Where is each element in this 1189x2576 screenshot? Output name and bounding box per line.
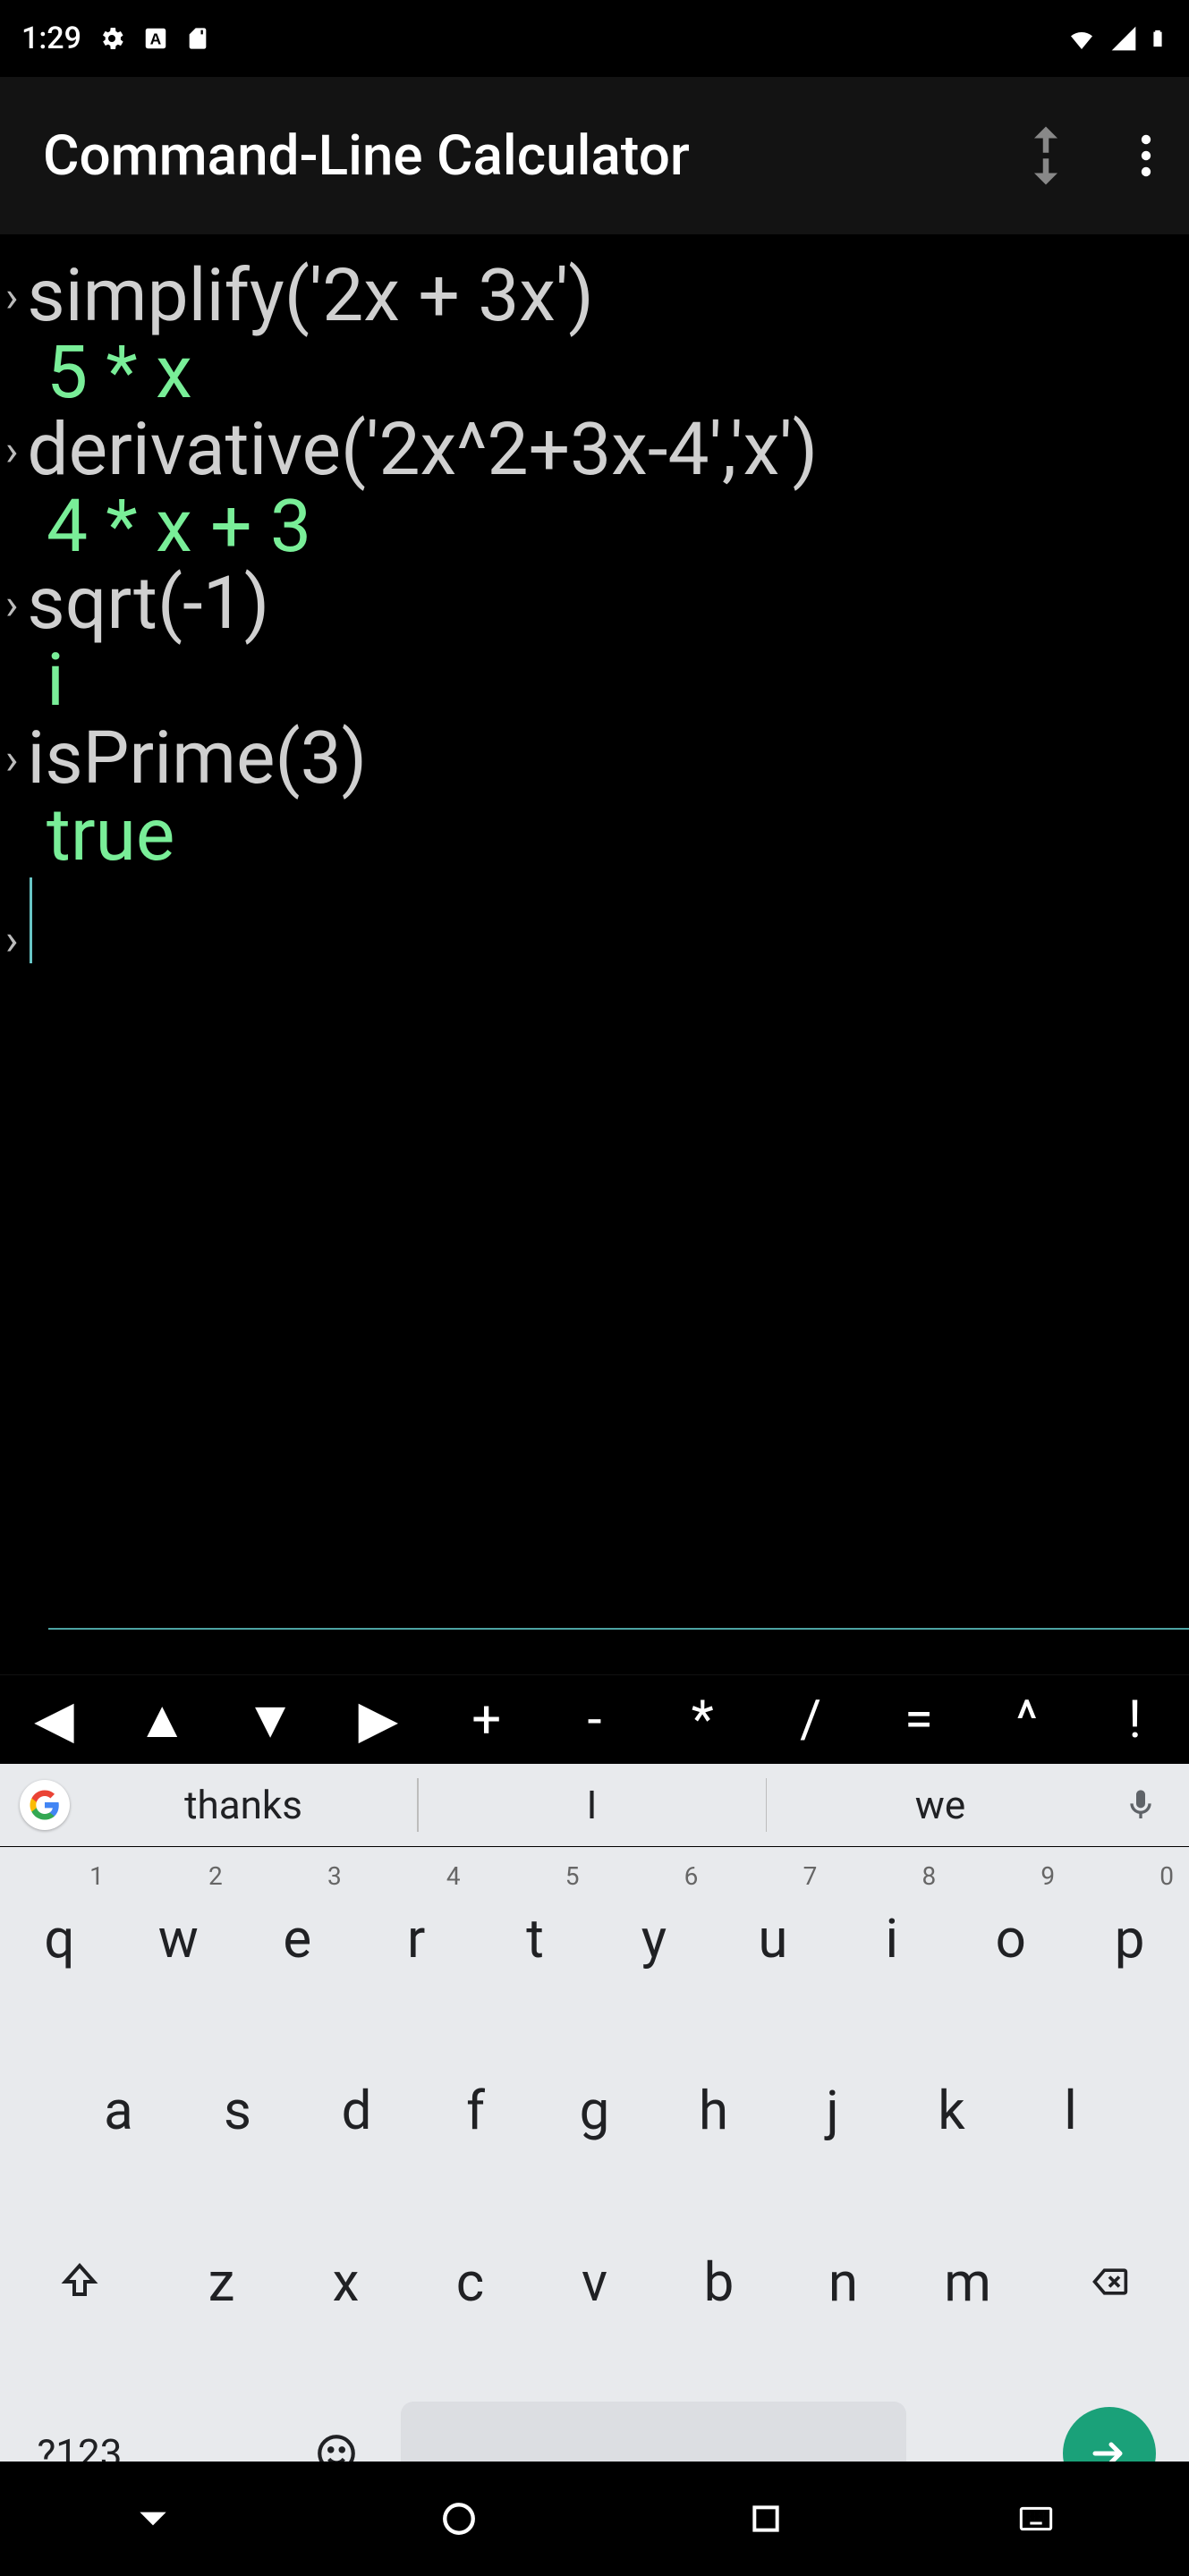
key-p[interactable]: p0	[1071, 1856, 1188, 2021]
key-hint: 7	[803, 1861, 818, 1891]
caret-button[interactable]: ^	[972, 1675, 1081, 1764]
key-a[interactable]: a	[60, 2028, 177, 2192]
battery-icon	[1148, 23, 1168, 54]
prompt-chevron-icon: ›	[0, 737, 27, 782]
output-line: true	[0, 797, 174, 874]
key-hint: 2	[208, 1861, 223, 1891]
backspace-key[interactable]	[1031, 2199, 1188, 2364]
symbol-toolbar: ◀ ▲ ▼ ▶ + - * / = ^ !	[0, 1674, 1189, 1764]
key-l[interactable]: l	[1012, 2028, 1129, 2192]
key-z[interactable]: z	[160, 2199, 283, 2364]
nav-bar	[0, 2462, 1189, 2576]
gear-icon	[98, 24, 126, 53]
key-hint: 5	[565, 1861, 580, 1891]
keyboard-switch-button[interactable]	[1009, 2492, 1063, 2546]
key-k[interactable]: k	[893, 2028, 1010, 2192]
keyboard: q1w2e3r4t5y6u7i8o9p0 asdfghjkl zxcvbnm ?…	[0, 1847, 1189, 2462]
key-o[interactable]: o9	[952, 1856, 1069, 2021]
key-hint: 9	[1040, 1861, 1055, 1891]
key-n[interactable]: n	[782, 2199, 904, 2364]
key-v[interactable]: v	[533, 2199, 656, 2364]
nav-right-button[interactable]: ▶	[324, 1675, 432, 1764]
key-j[interactable]: j	[774, 2028, 891, 2192]
key-hint: 0	[1159, 1861, 1174, 1891]
input-line[interactable]: simplify('2x + 3x')	[27, 258, 593, 335]
key-h[interactable]: h	[655, 2028, 772, 2192]
suggestion[interactable]: thanks	[70, 1782, 417, 1828]
divide-button[interactable]: /	[757, 1675, 865, 1764]
key-hint: 8	[921, 1861, 936, 1891]
back-button[interactable]	[126, 2492, 180, 2546]
key-u[interactable]: u7	[714, 1856, 831, 2021]
key-hint: 3	[327, 1861, 342, 1891]
key-f[interactable]: f	[417, 2028, 534, 2192]
suggestion[interactable]: I	[419, 1782, 766, 1828]
key-r[interactable]: r4	[358, 1856, 475, 2021]
app-title: Command-Line Calculator	[43, 123, 690, 189]
output-line: 5 * x	[0, 335, 192, 411]
text-cursor	[30, 877, 32, 963]
app-badge-icon: A	[142, 25, 169, 52]
prompt-chevron-icon: ›	[0, 582, 27, 627]
suggestion[interactable]: we	[767, 1782, 1114, 1828]
output-line: 4 * x + 3	[0, 488, 311, 565]
nav-down-button[interactable]: ▼	[217, 1675, 325, 1764]
key-x[interactable]: x	[285, 2199, 407, 2364]
mic-icon[interactable]	[1114, 1784, 1168, 1826]
plus-button[interactable]: +	[432, 1675, 540, 1764]
sd-card-icon	[185, 23, 210, 54]
input-line[interactable]: sqrt(-1)	[27, 565, 269, 642]
wifi-icon	[1064, 24, 1100, 53]
key-c[interactable]: c	[409, 2199, 531, 2364]
key-i[interactable]: i8	[833, 1856, 950, 2021]
input-underline	[48, 1628, 1189, 1630]
key-y[interactable]: y6	[596, 1856, 713, 2021]
shift-key[interactable]	[1, 2199, 158, 2364]
key-d[interactable]: d	[298, 2028, 415, 2192]
key-q[interactable]: q1	[1, 1856, 118, 2021]
key-e[interactable]: e3	[239, 1856, 356, 2021]
overflow-menu-icon[interactable]	[1125, 116, 1168, 195]
input-line[interactable]: isPrime(3)	[27, 720, 367, 797]
home-button[interactable]	[432, 2492, 486, 2546]
prompt-chevron-icon: ›	[0, 918, 27, 962]
clock: 1:29	[21, 21, 81, 56]
key-w[interactable]: w2	[120, 1856, 237, 2021]
equals-button[interactable]: =	[865, 1675, 973, 1764]
google-icon[interactable]	[20, 1780, 70, 1830]
factorial-button[interactable]: !	[1081, 1675, 1189, 1764]
nav-up-button[interactable]: ▲	[108, 1675, 217, 1764]
prompt-chevron-icon: ›	[0, 275, 27, 319]
key-s[interactable]: s	[179, 2028, 296, 2192]
key-hint: 1	[89, 1861, 104, 1891]
signal-icon	[1108, 24, 1139, 53]
key-g[interactable]: g	[536, 2028, 653, 2192]
recents-button[interactable]	[739, 2492, 793, 2546]
prompt-chevron-icon: ›	[0, 428, 27, 473]
nav-left-button[interactable]: ◀	[0, 1675, 108, 1764]
svg-text:A: A	[150, 30, 162, 47]
key-t[interactable]: t5	[477, 1856, 594, 2021]
key-b[interactable]: b	[658, 2199, 780, 2364]
minus-button[interactable]: -	[540, 1675, 649, 1764]
output-line: i	[0, 642, 64, 719]
suggestion-bar: thanks I we	[0, 1764, 1189, 1846]
key-hint: 6	[684, 1861, 699, 1891]
key-m[interactable]: m	[906, 2199, 1029, 2364]
key-hint: 4	[446, 1861, 461, 1891]
input-line[interactable]: derivative('2x^2+3x-4','x')	[27, 411, 818, 488]
multiply-button[interactable]: *	[649, 1675, 757, 1764]
console[interactable]: ›simplify('2x + 3x') 5 * x ›derivative('…	[0, 234, 1189, 1674]
transfer-icon[interactable]	[1006, 116, 1085, 195]
app-bar: Command-Line Calculator	[0, 77, 1189, 234]
